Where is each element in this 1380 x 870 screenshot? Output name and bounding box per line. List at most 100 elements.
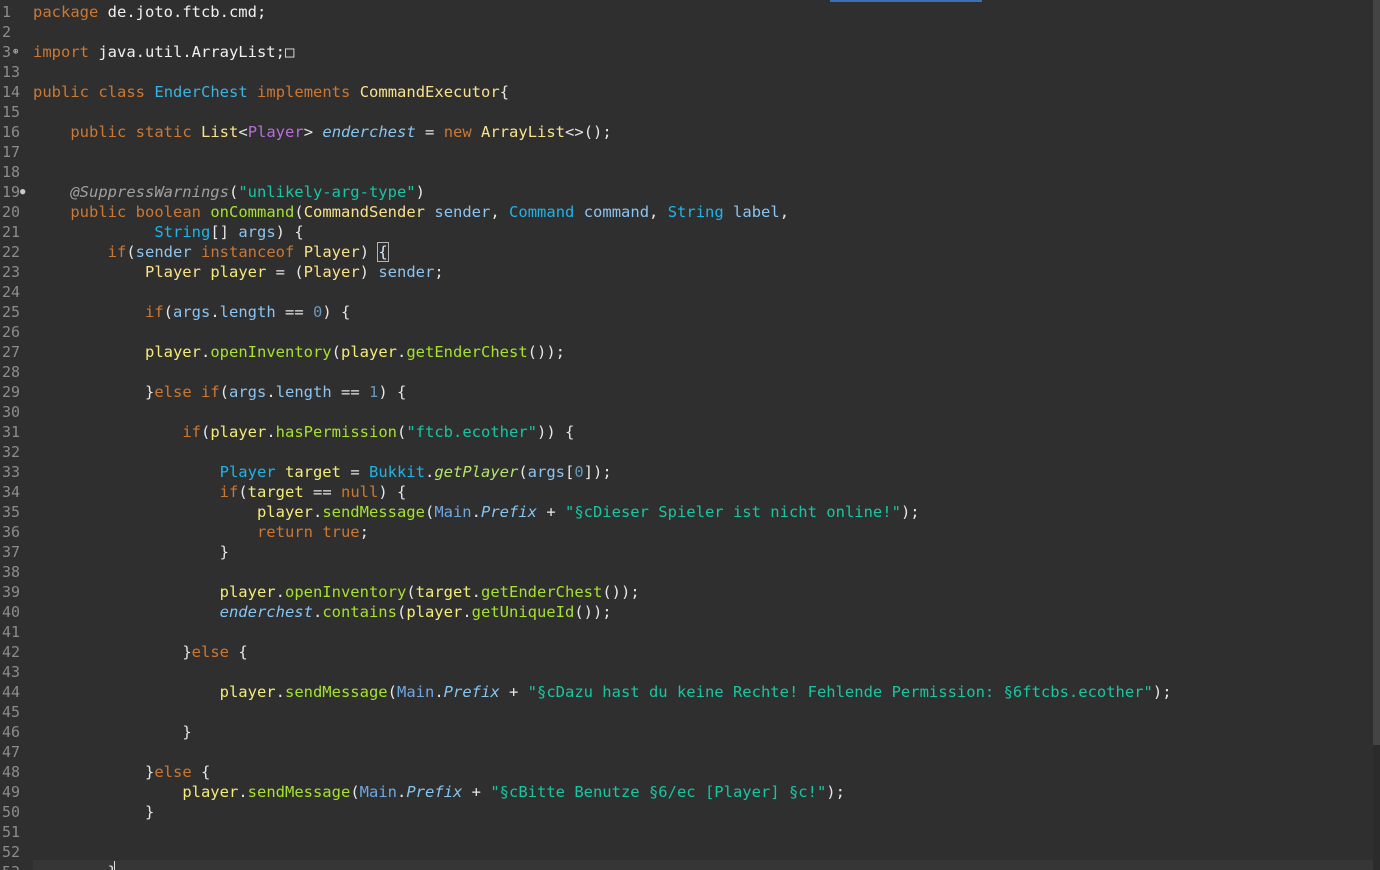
code-line[interactable]: }else if(args.length == 1) {	[33, 382, 406, 402]
code-line[interactable]: public class EnderChest implements Comma…	[33, 82, 509, 102]
code-token: contains	[322, 603, 397, 621]
code-token: instanceof	[201, 243, 295, 261]
code-token: target	[247, 483, 304, 501]
line-number: 3	[2, 43, 12, 61]
code-line[interactable]: String[] args) {	[33, 222, 304, 242]
code-token: .	[200, 343, 211, 361]
line-number-gutter[interactable]: 1 2 3 13 14 15 16 17 18 19 20 21 22 23 24 25 26 27 28 29 30 3…	[0, 0, 30, 870]
code-token: .	[462, 603, 472, 621]
scrollbar-thumb[interactable]	[1373, 0, 1380, 745]
code-token: >	[303, 123, 323, 141]
line-number: 43	[2, 663, 21, 681]
code-token: de.joto.ftcb.cmd;	[98, 3, 267, 21]
code-token: {	[377, 242, 389, 262]
line-number: 51	[2, 823, 21, 841]
line-number: 35	[2, 503, 21, 521]
fold-marker-icon[interactable]: ⊕	[13, 42, 18, 62]
code-token: args	[173, 303, 211, 321]
code-line[interactable]: }else {	[33, 762, 210, 782]
code-token: }	[108, 863, 117, 870]
code-line[interactable]: enderchest.contains(player.getUniqueId()…	[33, 602, 612, 622]
code-token: sender	[378, 263, 435, 281]
line-number: 39	[2, 583, 21, 601]
code-line[interactable]: player.sendMessage(Main.Prefix + "§cDazu…	[33, 682, 1172, 702]
line-number: 38	[2, 563, 21, 581]
line-number: 22	[2, 243, 21, 261]
code-token: }	[182, 723, 192, 741]
code-token: )) {	[537, 423, 575, 441]
code-line[interactable]: }	[33, 802, 154, 822]
code-line[interactable]: }	[33, 542, 229, 562]
code-token: (	[406, 583, 416, 601]
code-token: Main	[434, 503, 472, 521]
code-token: □	[284, 43, 295, 61]
code-line[interactable]: public static List<Player> enderchest = …	[33, 122, 612, 142]
code-token: ==	[331, 383, 370, 401]
fold-marker-icon[interactable]: ●	[20, 182, 25, 202]
code-line[interactable]: player.sendMessage(Main.Prefix + "§cBitt…	[33, 782, 845, 802]
code-token: (	[350, 783, 360, 801]
code-line[interactable]: Player target = Bukkit.getPlayer(args[0]…	[33, 462, 612, 482]
vertical-scrollbar[interactable]	[1373, 0, 1380, 870]
line-number: 34	[2, 483, 21, 501]
code-line[interactable]: }	[33, 722, 192, 742]
code-token: );	[900, 503, 920, 521]
code-line[interactable]: import java.util.ArrayList;□	[33, 42, 294, 62]
code-token: )	[359, 263, 379, 281]
code-token: <>();	[565, 123, 612, 141]
code-editor[interactable]: 1 2 3 13 14 15 16 17 18 19 20 21 22 23 24 25 26 27 28 29 30 3…	[0, 0, 1380, 870]
code-line[interactable]: Player player = (Player) sender;	[33, 262, 444, 282]
code-token: ;	[359, 523, 369, 541]
code-token: if	[144, 303, 164, 321]
code-line[interactable]: package de.joto.ftcb.cmd;	[33, 2, 266, 22]
code-token: .	[312, 603, 323, 621]
code-token: .	[434, 683, 444, 701]
code-line[interactable]: public boolean onCommand(CommandSender s…	[33, 202, 789, 222]
code-line[interactable]: player.openInventory(target.getEnderChes…	[33, 582, 640, 602]
code-token: getEnderChest	[406, 343, 528, 361]
code-line[interactable]: player.openInventory(player.getEnderChes…	[33, 342, 565, 362]
code-token: = (	[266, 263, 304, 281]
code-line[interactable]: if(args.length == 0) {	[33, 302, 350, 322]
code-line[interactable]: if(sender instanceof Player) {	[33, 242, 389, 262]
code-token: player	[182, 783, 239, 801]
code-token: static	[135, 123, 192, 141]
line-number: 20	[2, 203, 21, 221]
line-number: 2	[2, 23, 12, 41]
code-token: Player	[219, 463, 276, 481]
code-line[interactable]: return true;	[33, 522, 369, 542]
code-token: ) {	[275, 223, 304, 241]
code-line[interactable]: if(target == null) {	[33, 482, 407, 502]
line-number: 24	[2, 283, 21, 301]
code-token: sendMessage	[322, 503, 425, 521]
code-token: args	[238, 223, 276, 241]
line-number: 41	[2, 623, 21, 641]
code-line[interactable]: }else {	[33, 642, 247, 662]
code-token: }	[144, 763, 155, 781]
code-line[interactable]: if(player.hasPermission("ftcb.ecother"))…	[33, 422, 574, 442]
code-token: .	[238, 783, 248, 801]
code-token: .	[312, 503, 323, 521]
code-token: enderchest	[322, 123, 416, 141]
code-token: .	[471, 503, 481, 521]
code-line[interactable]: }	[33, 862, 117, 870]
code-line[interactable]: player.sendMessage(Main.Prefix + "§cDies…	[33, 502, 920, 522]
code-token: getUniqueId	[471, 603, 575, 621]
line-number: 47	[2, 743, 21, 761]
code-line[interactable]: @SuppressWarnings("unlikely-arg-type")	[33, 182, 425, 202]
code-token: if	[182, 423, 201, 441]
code-token: sendMessage	[284, 683, 388, 701]
